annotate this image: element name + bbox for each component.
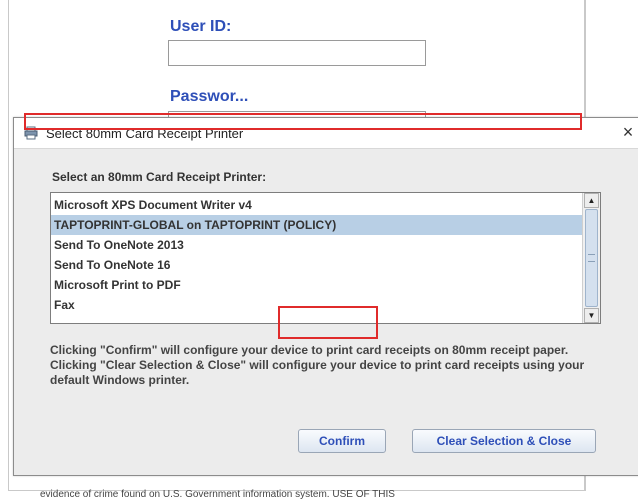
printer-prompt: Select an 80mm Card Receipt Printer: xyxy=(52,170,267,184)
password-label: Passwor... xyxy=(170,88,249,105)
scroll-thumb[interactable] xyxy=(585,209,598,307)
scroll-up-button[interactable]: ▲ xyxy=(584,193,599,208)
list-item[interactable]: Microsoft XPS Document Writer v4 xyxy=(51,195,582,215)
clear-selection-button[interactable]: Clear Selection & Close xyxy=(412,429,596,453)
info-text: Clicking "Confirm" will configure your d… xyxy=(50,343,585,387)
dialog-title: Select 80mm Card Receipt Printer xyxy=(46,126,244,141)
grip-icon xyxy=(588,254,595,262)
list-item[interactable]: Fax xyxy=(51,295,582,315)
dialog-titlebar[interactable]: Select 80mm Card Receipt Printer × xyxy=(14,118,638,149)
printer-list[interactable]: Microsoft XPS Document Writer v4 TAPTOPR… xyxy=(50,192,601,324)
list-item-selected[interactable]: TAPTOPRINT-GLOBAL on TAPTOPRINT (POLICY) xyxy=(51,215,582,235)
printer-select-dialog: Select 80mm Card Receipt Printer × Selec… xyxy=(13,117,638,476)
confirm-button[interactable]: Confirm xyxy=(298,429,386,453)
list-scrollbar[interactable]: ▲ ▼ xyxy=(582,193,600,323)
list-item[interactable]: Microsoft Print to PDF xyxy=(51,275,582,295)
list-item[interactable]: Send To OneNote 16 xyxy=(51,255,582,275)
printer-icon xyxy=(24,126,38,140)
user-id-input[interactable] xyxy=(168,40,426,66)
disclaimer-text: evidence of crime found on U.S. Governme… xyxy=(40,489,395,500)
list-item[interactable]: Send To OneNote 2013 xyxy=(51,235,582,255)
close-icon[interactable]: × xyxy=(619,122,637,142)
user-id-label: User ID: xyxy=(170,18,232,35)
scroll-down-button[interactable]: ▼ xyxy=(584,308,599,323)
